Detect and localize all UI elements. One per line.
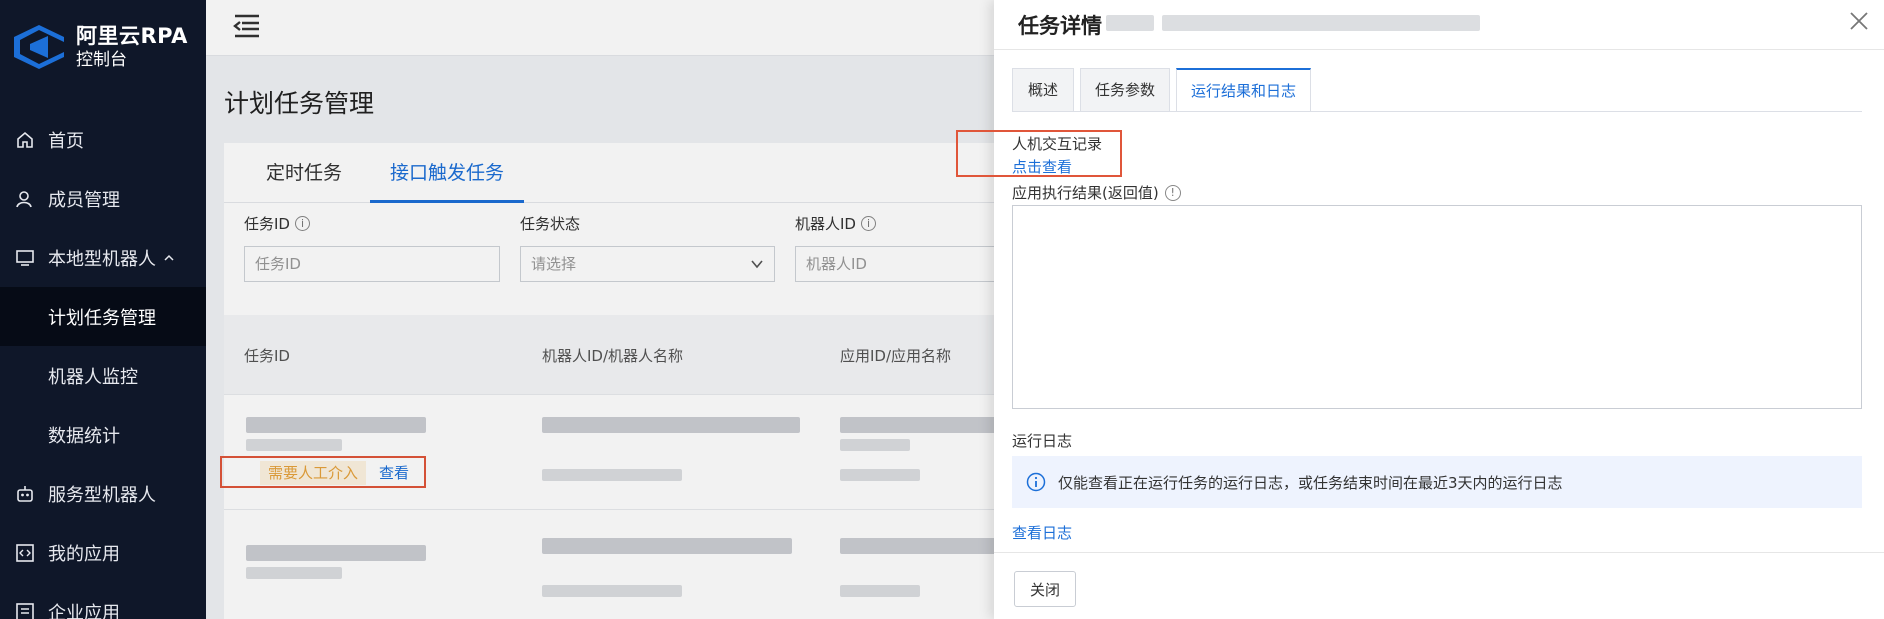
drawer-backdrop[interactable]: [206, 0, 994, 619]
sidebar-item-label: 我的应用: [48, 543, 120, 565]
enterprise-icon: [14, 601, 36, 619]
sidebar-item-label: 服务型机器人: [48, 484, 156, 506]
logo[interactable]: 阿里云RPA 控制台: [10, 22, 188, 72]
sidebar-item-scheduled-tasks[interactable]: 计划任务管理: [0, 287, 206, 346]
blurred-task-id-title: [1106, 15, 1154, 31]
footer-divider: [994, 552, 1884, 553]
sidebar-item-robot-monitor[interactable]: 机器人监控: [0, 346, 206, 405]
sidebar-item-label: 成员管理: [48, 189, 120, 211]
close-icon[interactable]: [1848, 10, 1870, 32]
user-icon: [14, 188, 36, 210]
sidebar-item-members[interactable]: 成员管理: [0, 169, 206, 228]
exclamation-icon: !: [1164, 184, 1181, 201]
home-icon: [14, 129, 36, 151]
sidebar-item-enterprise-apps[interactable]: 企业应用: [0, 582, 206, 619]
logo-subtitle: 控制台: [76, 49, 127, 70]
sidebar-item-label: 本地型机器人: [48, 248, 156, 270]
tab-overview[interactable]: 概述: [1012, 68, 1074, 112]
drawer-title: 任务详情: [1018, 14, 1102, 38]
monitor-icon: [14, 247, 36, 269]
sidebar-nav: 首页 成员管理 本地型机器人 计划任务管理 机器人监控 数据统计 服务型机器人 …: [0, 110, 206, 619]
sidebar-item-label: 首页: [48, 130, 84, 152]
robot-icon: [14, 483, 36, 505]
sidebar-item-service-robot[interactable]: 服务型机器人: [0, 464, 206, 523]
aliyun-logo-icon: [14, 25, 64, 69]
result-textarea[interactable]: [1012, 205, 1862, 409]
view-log-link[interactable]: 查看日志: [1012, 522, 1072, 543]
run-log-label: 运行日志: [1012, 432, 1073, 450]
blurred-task-id-title-rest: [1162, 15, 1480, 31]
highlight-box: [956, 130, 1122, 177]
task-detail-drawer: 任务详情 概述 任务参数 运行结果和日志 人机交互记录 点击查看 应用执行结果(…: [956, 0, 1884, 619]
tabs-divider: [1012, 111, 1862, 112]
sidebar: 阿里云RPA 控制台 首页 成员管理 本地型机器人 计划任务管理 机器人监控 数…: [0, 0, 206, 619]
sidebar-item-label: 机器人监控: [48, 366, 138, 388]
chevron-up-icon: [164, 254, 174, 261]
drawer-header: 任务详情: [994, 0, 1884, 50]
tab-task-params[interactable]: 任务参数: [1080, 68, 1170, 112]
sidebar-item-my-apps[interactable]: 我的应用: [0, 523, 206, 582]
sidebar-item-label: 数据统计: [48, 425, 120, 447]
result-label: 应用执行结果(返回值) !: [1012, 182, 1181, 203]
close-button[interactable]: 关闭: [1014, 571, 1076, 607]
info-icon: [1026, 472, 1046, 492]
log-info-alert: 仅能查看正在运行任务的运行日志，或任务结束时间在最近3天内的运行日志: [1012, 456, 1862, 508]
alert-text: 仅能查看正在运行任务的运行日志，或任务结束时间在最近3天内的运行日志: [1058, 473, 1563, 492]
code-icon: [14, 542, 36, 564]
result-label-text: 应用执行结果(返回值): [1012, 184, 1159, 202]
sidebar-item-label: 计划任务管理: [48, 307, 156, 329]
sidebar-item-statistics[interactable]: 数据统计: [0, 405, 206, 464]
sidebar-item-label: 企业应用: [48, 602, 120, 619]
tab-results-logs[interactable]: 运行结果和日志: [1176, 68, 1311, 112]
logo-title: 阿里云RPA: [76, 24, 188, 49]
sidebar-item-local-robot[interactable]: 本地型机器人: [0, 228, 206, 287]
sidebar-item-home[interactable]: 首页: [0, 110, 206, 169]
